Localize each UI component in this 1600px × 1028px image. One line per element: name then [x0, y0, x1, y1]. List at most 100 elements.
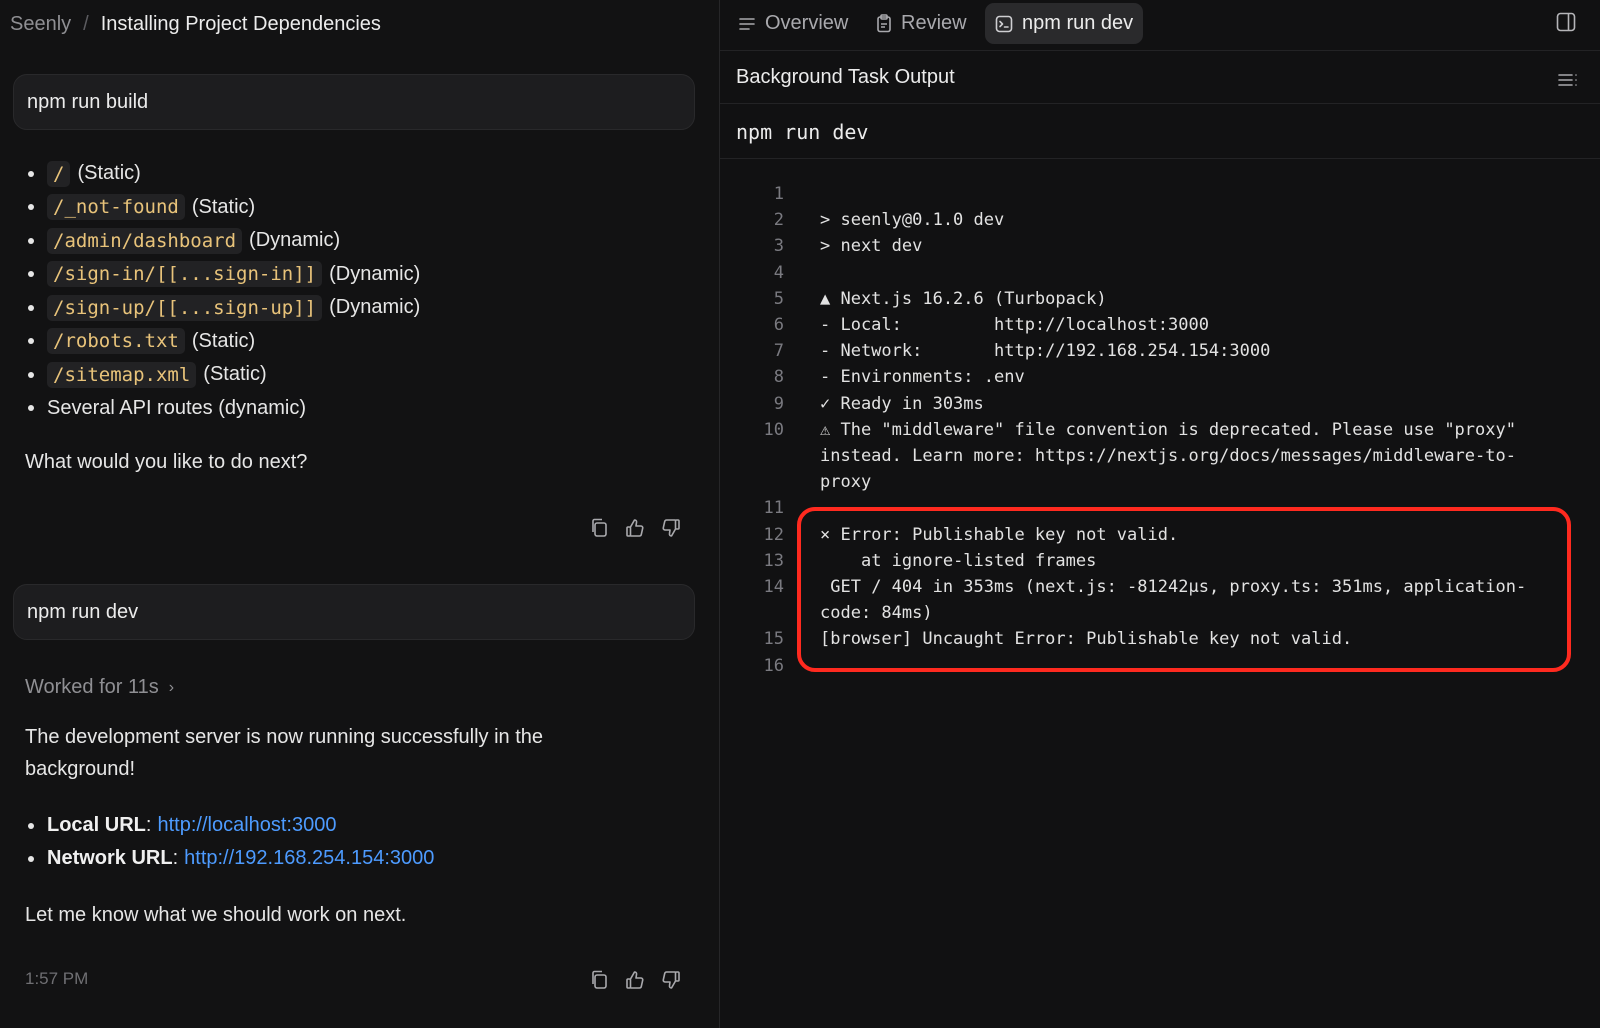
assistant-question: What would you like to do next?: [25, 451, 308, 473]
line-text: - Environments: .env: [820, 367, 1025, 388]
tab-npm-run-dev[interactable]: npm run dev: [985, 3, 1144, 44]
network-url-link[interactable]: http://192.168.254.154:3000: [184, 847, 434, 870]
bullet-icon: [28, 855, 34, 862]
route-kind: (Static): [203, 363, 267, 386]
output-title: Background Task Output: [736, 66, 955, 88]
colon: :: [145, 814, 152, 836]
user-message: npm run dev: [13, 584, 695, 640]
terminal-line: 1: [720, 181, 1550, 207]
line-number: 3: [773, 236, 784, 257]
tab-label: npm run dev: [1022, 12, 1134, 34]
line-text: ▲ Next.js 16.2.6 (Turbopack): [820, 288, 1107, 309]
list-item: /sign-in/[[...sign-in]] (Dynamic): [28, 258, 420, 292]
line-number: 12: [763, 524, 784, 545]
line-text: [820, 181, 1550, 207]
line-number: 6: [773, 315, 784, 336]
terminal-line: 3 > next dev: [720, 233, 1550, 259]
terminal-line: 10 ⚠ The "middleware" file convention is …: [720, 417, 1550, 496]
terminal-line: 9 ✓ Ready in 303ms: [720, 391, 1550, 417]
line-number: 14: [763, 577, 784, 598]
tab-overview[interactable]: Overview: [728, 3, 858, 44]
breadcrumb-separator: /: [83, 12, 89, 35]
url-label: Local URL: [47, 814, 146, 836]
list-item: Network URL: http://192.168.254.154:3000: [28, 842, 434, 875]
list-icon: [738, 16, 756, 32]
bullet-icon: [28, 338, 34, 345]
route-path: /sitemap.xml: [47, 361, 197, 388]
thumbs-up-icon[interactable]: [624, 517, 646, 539]
line-number: 1: [773, 184, 784, 204]
line-text: [820, 495, 1550, 521]
bullet-icon: [28, 271, 34, 278]
list-item: /admin/dashboard (Dynamic): [28, 224, 420, 258]
breadcrumb-app[interactable]: Seenly: [10, 13, 71, 36]
terminal-line: 7 - Network: http://192.168.254.154:3000: [720, 338, 1550, 364]
route-path: /sign-up/[[...sign-up]]: [47, 294, 323, 321]
line-number: 16: [763, 655, 784, 676]
line-number: 15: [763, 629, 784, 650]
terminal-line: 2 > seenly@0.1.0 dev: [720, 207, 1550, 233]
line-number: 9: [773, 393, 784, 414]
output-pane: Overview Review npm run dev Background T…: [720, 0, 1600, 1028]
line-text: at ignore-listed frames: [820, 550, 1097, 571]
line-number: 10: [763, 419, 784, 440]
worked-for-toggle[interactable]: Worked for 11s ›: [25, 676, 174, 699]
chat-pane: Seenly / Installing Project Dependencies…: [0, 0, 719, 1028]
clipboard-icon: [876, 14, 892, 33]
list-item: Several API routes (dynamic): [28, 392, 420, 426]
bullet-icon: [28, 371, 34, 378]
line-text: ✓ Ready in 303ms: [820, 393, 984, 414]
terminal-line: 11: [720, 495, 1550, 521]
url-list: Local URL: http://localhost:3000 Network …: [28, 809, 434, 875]
copy-icon[interactable]: [588, 517, 610, 539]
message-timestamp: 1:57 PM: [25, 969, 89, 988]
line-text: - Local: http://localhost:3000: [820, 315, 1209, 336]
terminal-line: 15 [browser] Uncaught Error: Publishable …: [720, 626, 1550, 652]
sidebar-toggle-icon[interactable]: [1556, 12, 1578, 34]
line-text: ⚠ The "middleware" file convention is de…: [820, 419, 1527, 493]
assistant-intro: The development server is now running su…: [25, 726, 544, 780]
list-item: /_not-found (Static): [28, 191, 420, 225]
breadcrumb: Seenly / Installing Project Dependencies: [10, 10, 381, 38]
bullet-icon: [28, 405, 34, 412]
command-title: npm run dev: [720, 105, 1600, 159]
line-text: [820, 653, 1550, 679]
list-item: /robots.txt (Static): [28, 325, 420, 359]
thumbs-down-icon[interactable]: [660, 969, 682, 991]
api-routes-text: Several API routes (dynamic): [47, 396, 306, 419]
list-item: Local URL: http://localhost:3000: [28, 809, 434, 842]
route-kind: (Dynamic): [249, 229, 341, 252]
terminal-line: 8 - Environments: .env: [720, 364, 1550, 390]
route-kind: (Static): [77, 162, 141, 185]
line-text: [820, 260, 1550, 286]
line-number: 5: [773, 288, 784, 309]
terminal-line: 16: [720, 653, 1550, 679]
line-text: > seenly@0.1.0 dev: [820, 210, 1005, 231]
bullet-icon: [28, 204, 34, 211]
route-kind: (Dynamic): [329, 296, 421, 319]
route-list: / (Static) /_not-found (Static) /admin/das…: [28, 157, 420, 425]
list-item: /sign-up/[[...sign-up]] (Dynamic): [28, 291, 420, 325]
user-message: npm run build: [13, 74, 695, 130]
local-url-link[interactable]: http://localhost:3000: [157, 814, 336, 837]
page-title: Installing Project Dependencies: [100, 12, 381, 35]
line-number: 8: [773, 367, 784, 388]
list-item: /sitemap.xml (Static): [28, 358, 420, 392]
thumbs-up-icon[interactable]: [624, 969, 646, 991]
tab-review[interactable]: Review: [866, 3, 977, 44]
line-number: 2: [773, 210, 784, 231]
assistant-closing: Let me know what we should work on next.: [25, 904, 407, 926]
route-kind: (Static): [191, 195, 256, 218]
line-text: - Network: http://192.168.254.154:3000: [820, 341, 1271, 362]
line-text: [browser] Uncaught Error: Publishable ke…: [820, 629, 1353, 650]
line-number: 7: [773, 341, 784, 362]
tab-label: Review: [901, 12, 967, 34]
tab-bar: Overview Review npm run dev: [720, 0, 1600, 51]
chevron-right-icon: ›: [168, 678, 175, 696]
line-text: GET / 404 in 353ms (next.js: -81242µs, p…: [820, 577, 1527, 624]
tab-label: Overview: [765, 12, 849, 34]
thumbs-down-icon[interactable]: [660, 517, 682, 539]
terminal-line: 12 ⨯ Error: Publishable key not valid.: [720, 522, 1550, 548]
copy-icon[interactable]: [588, 969, 610, 991]
menu-icon[interactable]: [1558, 70, 1578, 93]
